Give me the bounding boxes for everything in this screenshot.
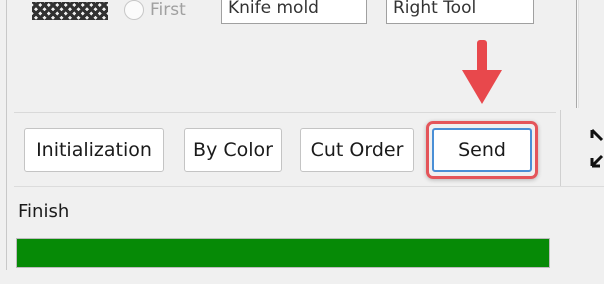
initialization-button[interactable]: Initialization xyxy=(24,128,164,172)
window-left-border xyxy=(6,0,7,270)
right-tool-field[interactable]: Right Tool xyxy=(386,0,534,24)
vertical-scrollbar[interactable] xyxy=(576,0,579,108)
knife-mold-field[interactable]: Knife mold xyxy=(221,0,367,24)
expand-icon[interactable] xyxy=(590,128,604,168)
by-color-button[interactable]: By Color xyxy=(184,128,282,172)
red-arrow-icon xyxy=(462,40,502,104)
status-text: Finish xyxy=(18,201,70,222)
dialog-window: First Knife mold Right Tool Initializati… xyxy=(0,0,604,284)
section-divider xyxy=(14,112,556,113)
first-radio[interactable] xyxy=(124,0,144,20)
progress-bar xyxy=(16,238,550,268)
progress-bar-fill xyxy=(17,239,549,267)
panel-separator xyxy=(560,110,561,186)
cut-order-button[interactable]: Cut Order xyxy=(300,128,414,172)
first-radio-label: First xyxy=(150,0,186,20)
send-button[interactable]: Send xyxy=(432,128,532,172)
checker-pattern-icon xyxy=(32,2,108,20)
status-divider xyxy=(14,186,604,187)
